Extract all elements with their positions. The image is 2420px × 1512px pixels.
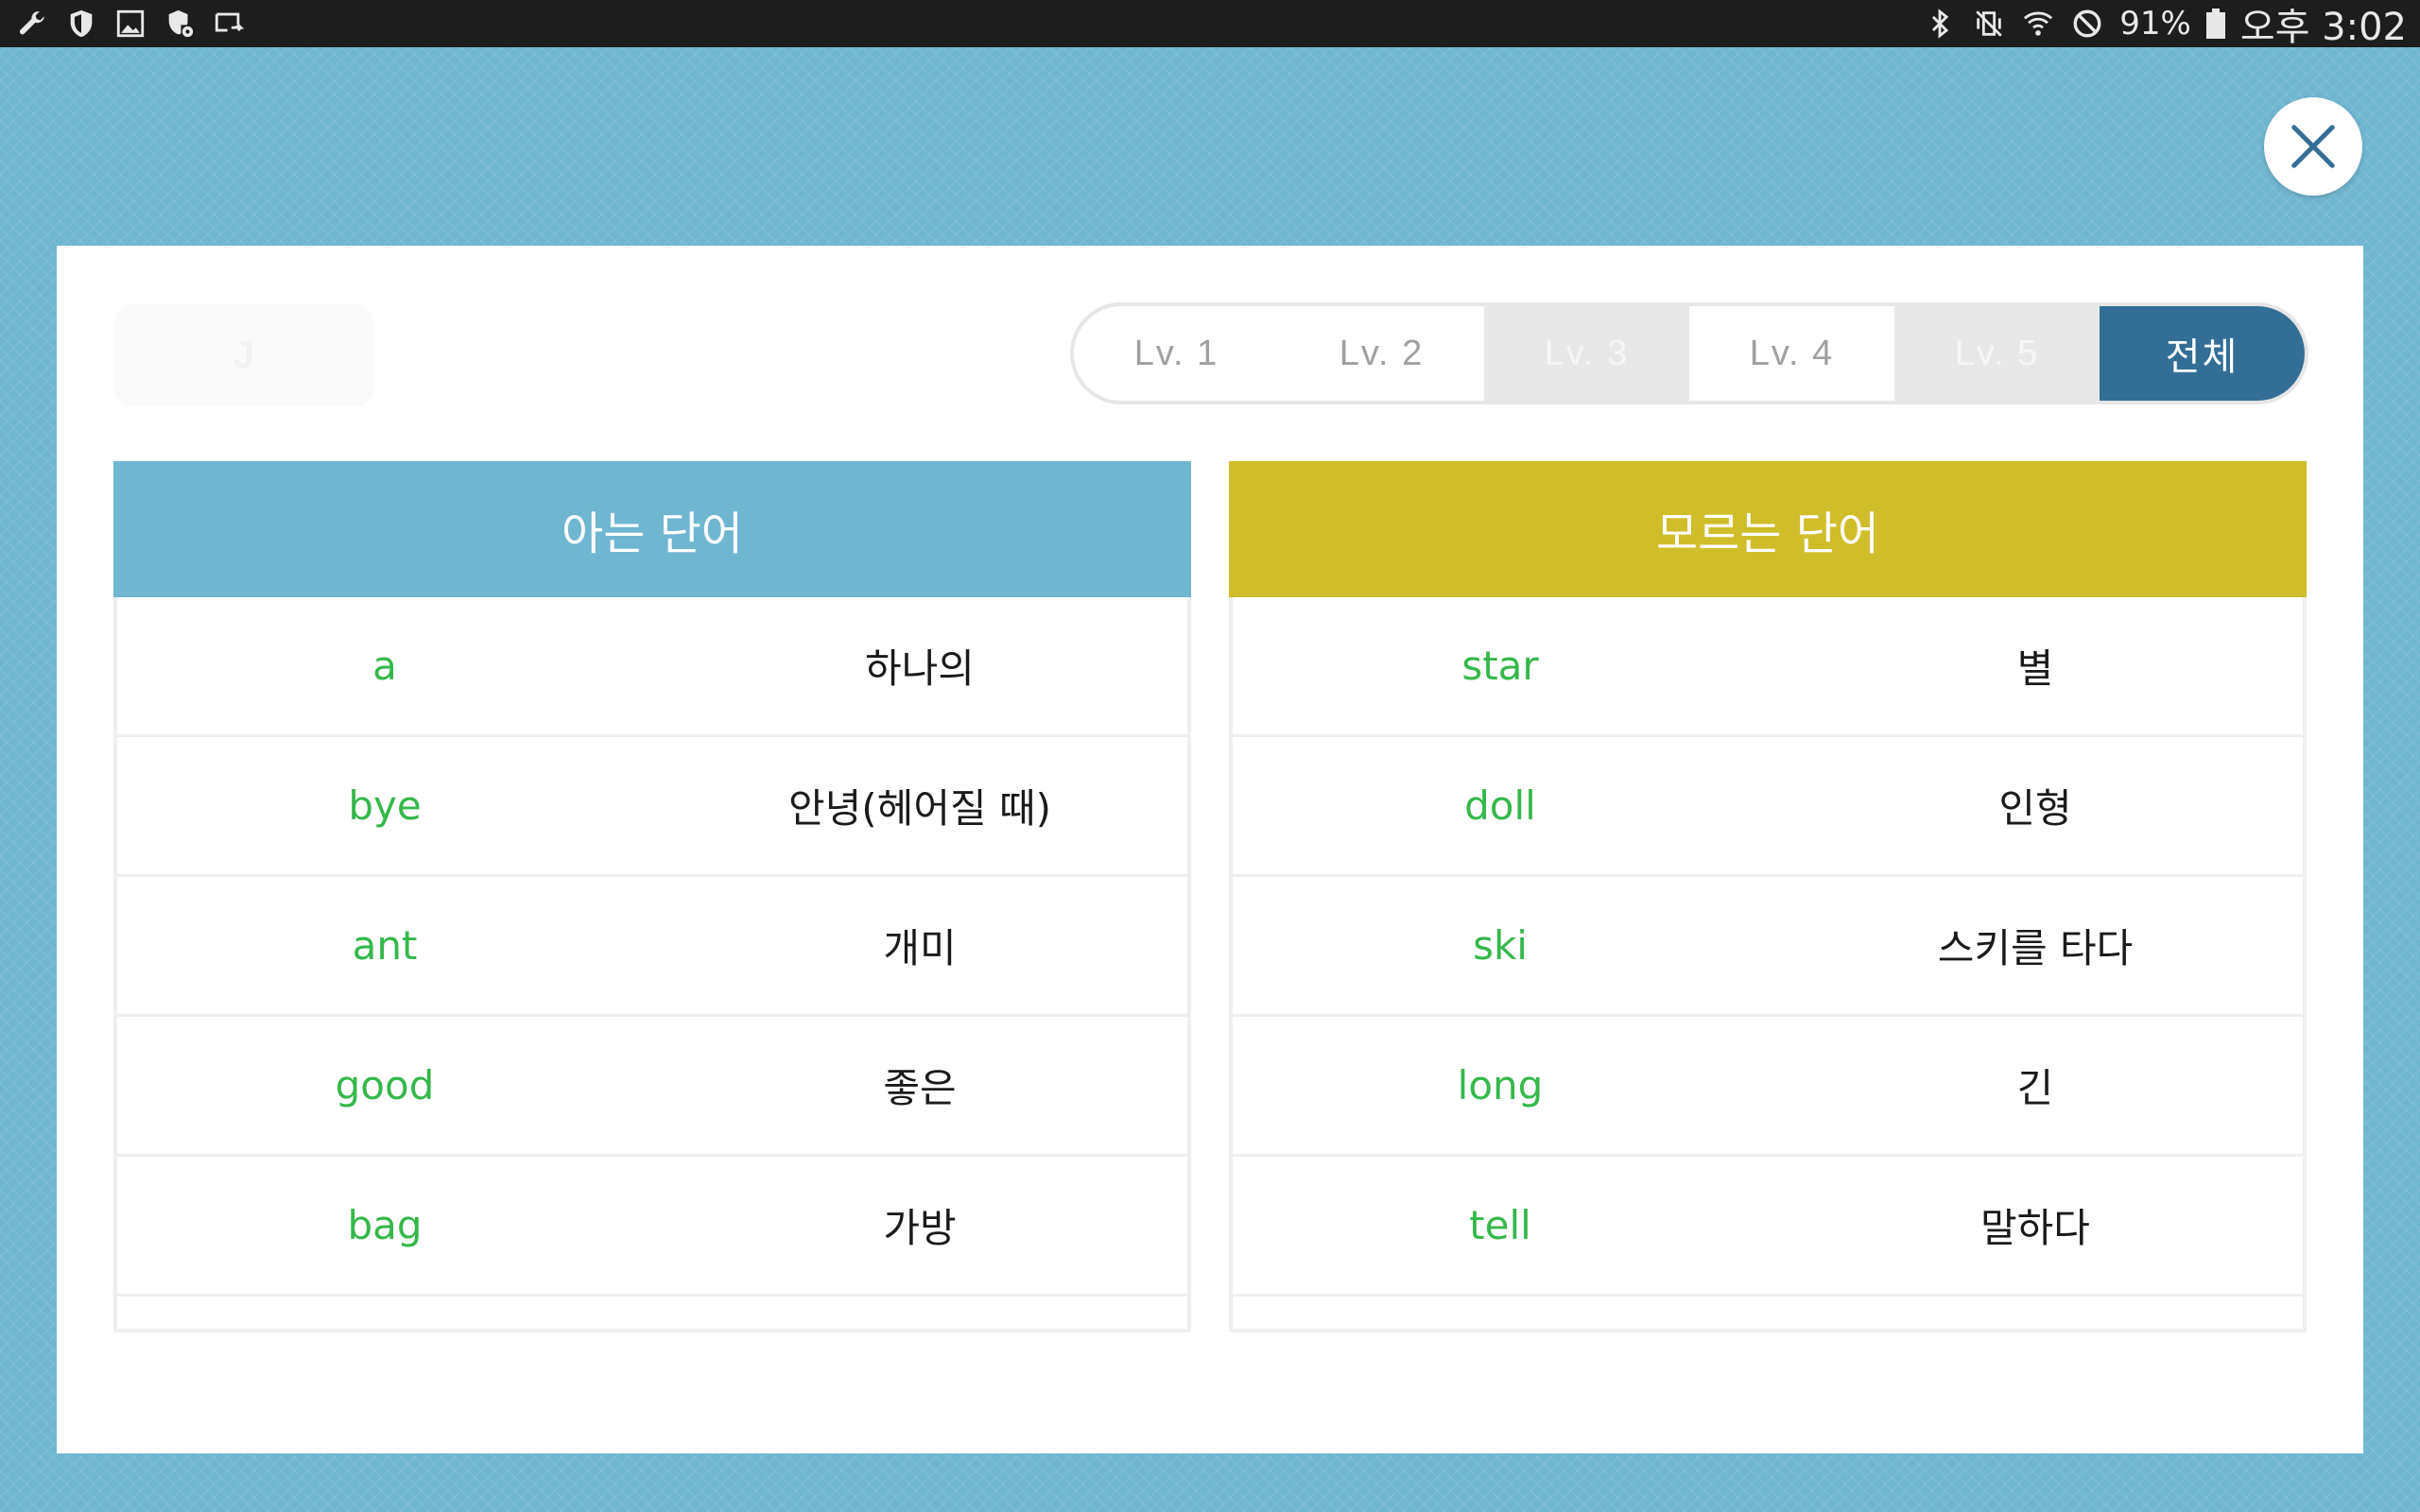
english-word: tell: [1469, 1202, 1531, 1248]
table-row[interactable]: ski 스키를 타다: [1233, 877, 2303, 1017]
english-word: long: [1457, 1062, 1544, 1108]
tab-level-5[interactable]: Lv. 5: [1894, 306, 2100, 401]
korean-meaning: 긴: [2016, 1065, 2054, 1111]
bluetooth-icon: [1923, 7, 1957, 41]
tab-level-3[interactable]: Lv. 3: [1484, 306, 1689, 401]
table-row[interactable]: tell 말하다: [1233, 1157, 2303, 1297]
korean-meaning: 안녕(헤어질 때): [788, 785, 1051, 832]
known-words-list[interactable]: a 하나의 bye 안녕(헤어질 때) ant 개미 good 좋은 bag 가…: [113, 597, 1191, 1332]
korean-meaning: 개미: [883, 925, 957, 971]
status-bar-right: 91% 오후 3:02: [1923, 0, 2407, 51]
unknown-words-list[interactable]: star 별 doll 인형 ski 스키를 타다 long 긴 tell 말하…: [1229, 597, 2307, 1332]
app-logo-text: J: [233, 334, 255, 376]
image-icon: [113, 7, 147, 41]
tab-level-1[interactable]: Lv. 1: [1074, 306, 1279, 401]
english-word: ant: [352, 922, 418, 969]
table-row[interactable]: ant 개미: [117, 877, 1187, 1017]
korean-meaning: 좋은: [883, 1065, 957, 1111]
korean-meaning: 스키를 타다: [1937, 925, 2134, 971]
english-word: doll: [1464, 782, 1536, 829]
word-list-panel: J Lv. 1 Lv. 2 Lv. 3 Lv. 4 Lv. 5 전체 아는 단어…: [57, 246, 2363, 1453]
status-bar-left: [15, 7, 246, 41]
korean-meaning: 가방: [883, 1205, 957, 1251]
close-icon: [2291, 125, 2335, 168]
english-word: bag: [347, 1202, 423, 1248]
english-word: a: [372, 643, 397, 689]
shield-gear-icon: [163, 7, 197, 41]
english-word: good: [335, 1062, 435, 1108]
screen-mirror-icon: [212, 7, 246, 41]
tab-level-2[interactable]: Lv. 2: [1279, 306, 1484, 401]
english-word: ski: [1473, 922, 1528, 969]
tab-level-4[interactable]: Lv. 4: [1689, 306, 1894, 401]
english-word: star: [1461, 643, 1539, 689]
korean-meaning: 하나의: [865, 645, 975, 692]
known-words-header: 아는 단어: [113, 461, 1191, 597]
tab-all[interactable]: 전체: [2100, 306, 2305, 401]
level-tabs: Lv. 1 Lv. 2 Lv. 3 Lv. 4 Lv. 5 전체: [1070, 302, 2308, 404]
wifi-icon: [2021, 7, 2055, 41]
do-not-disturb-icon: [2070, 7, 2104, 41]
wrench-icon: [15, 7, 49, 41]
battery-percent: 91%: [2119, 5, 2191, 43]
table-row[interactable]: a 하나의: [117, 597, 1187, 737]
korean-meaning: 별: [2016, 645, 2054, 692]
unknown-words-header: 모르는 단어: [1229, 461, 2307, 597]
known-words-table: 아는 단어 a 하나의 bye 안녕(헤어질 때) ant 개미 good 좋은…: [113, 461, 1191, 1332]
unknown-words-table: 모르는 단어 star 별 doll 인형 ski 스키를 타다 long 긴 …: [1229, 461, 2307, 1332]
korean-meaning: 말하다: [1980, 1205, 2090, 1251]
table-row[interactable]: star 별: [1233, 597, 2303, 737]
shield-icon: [64, 7, 98, 41]
vibrate-off-icon: [1972, 7, 2006, 41]
table-row[interactable]: good 좋은: [117, 1017, 1187, 1157]
clock: 오후 3:02: [2239, 6, 2407, 49]
table-row[interactable]: bag 가방: [117, 1157, 1187, 1297]
table-row[interactable]: doll 인형: [1233, 737, 2303, 877]
status-bar: 91% 오후 3:02: [0, 0, 2420, 49]
english-word: bye: [348, 782, 422, 829]
battery-icon: [2205, 9, 2225, 39]
table-row[interactable]: bye 안녕(헤어질 때): [117, 737, 1187, 877]
close-button[interactable]: [2264, 97, 2362, 196]
korean-meaning: 인형: [1998, 785, 2072, 832]
table-row[interactable]: long 긴: [1233, 1017, 2303, 1157]
app-logo: J: [113, 304, 374, 406]
